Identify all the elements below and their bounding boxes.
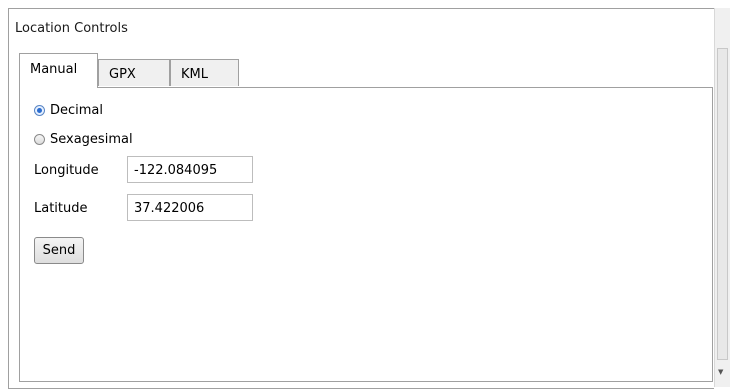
scroll-down-arrow-icon[interactable]: ▼ [718, 368, 723, 376]
radio-unselected-icon[interactable] [34, 133, 45, 145]
panel-title: Location Controls [15, 21, 128, 36]
latitude-input[interactable]: 37.422006 [127, 194, 253, 221]
radio-selected-icon[interactable] [34, 104, 45, 116]
vertical-scrollbar[interactable]: ▼ [714, 8, 730, 387]
longitude-label: Longitude [34, 163, 99, 178]
tab-kml[interactable]: KML [170, 59, 239, 86]
radio-decimal[interactable]: Decimal [34, 101, 103, 119]
location-controls-panel: Location Controls Manual GPX KML Decimal… [8, 8, 714, 389]
radio-sexagesimal[interactable]: Sexagesimal [34, 130, 133, 148]
radio-sexagesimal-label: Sexagesimal [50, 131, 133, 147]
send-button[interactable]: Send [34, 237, 84, 264]
tab-manual[interactable]: Manual [19, 53, 98, 88]
manual-tab-body: Decimal Sexagesimal Longitude -122.08409… [19, 87, 713, 382]
radio-decimal-label: Decimal [50, 102, 104, 118]
longitude-input[interactable]: -122.084095 [127, 156, 253, 183]
tab-gpx[interactable]: GPX [98, 59, 170, 86]
scroll-thumb[interactable] [717, 48, 728, 360]
latitude-label: Latitude [34, 201, 88, 216]
